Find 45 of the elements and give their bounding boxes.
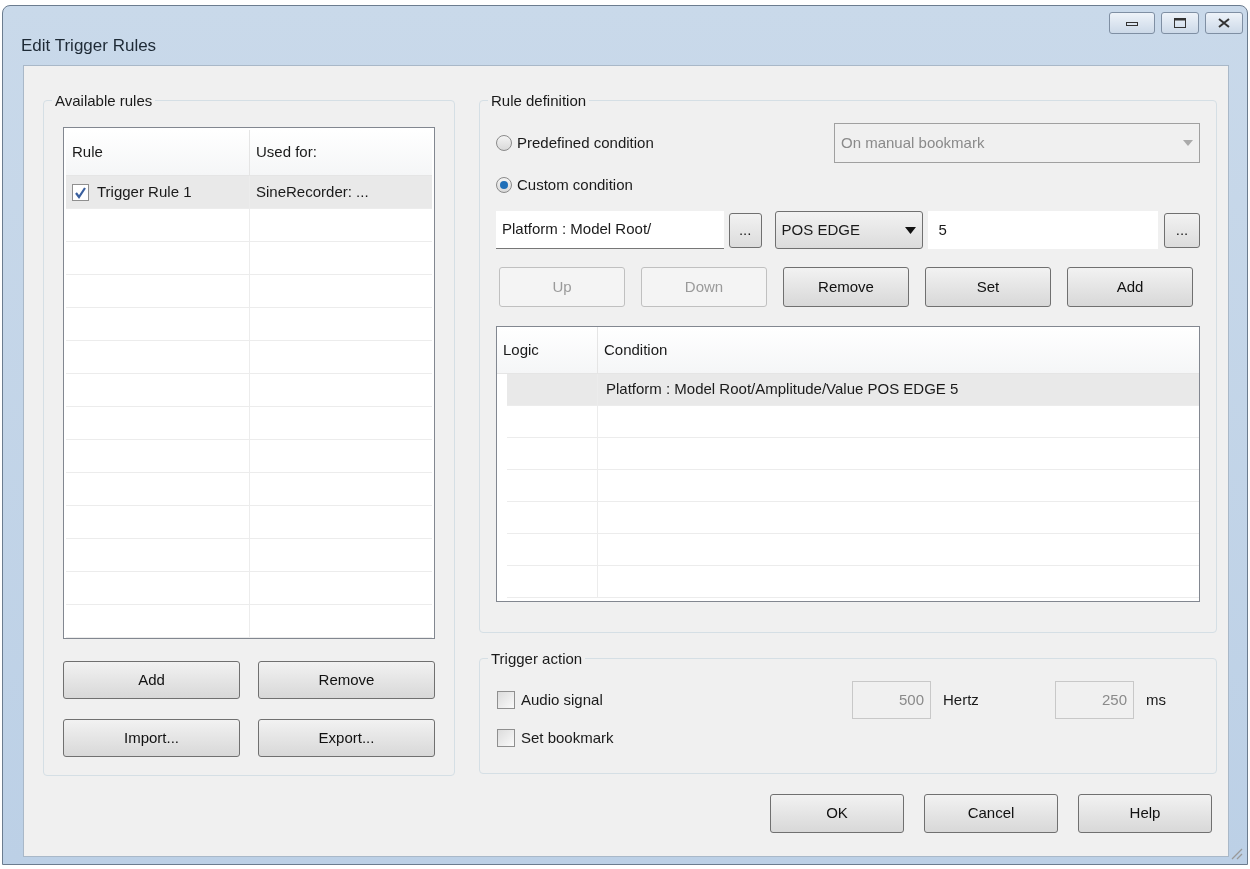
dropdown-arrow-icon (1183, 140, 1193, 146)
button[interactable]: Export... (258, 719, 435, 757)
maximize-icon (1174, 18, 1186, 28)
operator-dropdown[interactable]: POS EDGE (774, 211, 924, 249)
column-header[interactable]: Rule (66, 130, 250, 175)
column-header[interactable]: Used for: (250, 130, 432, 175)
browse-button[interactable]: ... (728, 212, 762, 248)
button[interactable]: Remove (258, 661, 435, 699)
checkbox-label: Audio signal (521, 689, 603, 710)
option-label: Predefined condition (517, 132, 654, 153)
close-button[interactable] (1205, 12, 1243, 34)
checkbox[interactable] (497, 729, 515, 748)
unit-label: Hertz (943, 689, 979, 710)
checkbox[interactable] (497, 691, 515, 709)
button[interactable]: Set (925, 267, 1051, 307)
radio-button[interactable] (496, 177, 512, 193)
table-cell-text: SineRecorder: ... (256, 181, 369, 202)
table-cell-text: Platform : Model Root/Amplitude/Value POS EDGE 5 (606, 379, 959, 400)
rule-row[interactable]: Trigger Rule 1 SineRecorder: ... (66, 176, 432, 209)
column-header[interactable]: Condition (598, 327, 1199, 373)
window-title: Edit Trigger Rules (21, 35, 157, 58)
dropdown-arrow-icon (905, 226, 917, 234)
resize-grip-icon (1229, 846, 1243, 860)
value-field[interactable]: 5 (928, 211, 1159, 249)
minimize-button[interactable] (1109, 12, 1155, 34)
button[interactable]: OK (770, 794, 904, 833)
checkbox[interactable] (72, 183, 89, 201)
browse-button[interactable]: ... (1164, 212, 1200, 248)
button[interactable]: Add (63, 661, 240, 699)
button[interactable]: Remove (783, 267, 909, 307)
maximize-button[interactable] (1161, 12, 1199, 34)
button[interactable]: Help (1078, 794, 1212, 833)
option-label: Custom condition (517, 174, 633, 195)
button[interactable]: Cancel (924, 794, 1058, 833)
radio-button[interactable] (496, 135, 512, 151)
signal-field[interactable]: Platform : Model Root/ (496, 211, 724, 249)
unit-label: ms (1146, 689, 1166, 710)
condition-row[interactable]: Platform : Model Root/Amplitude/Value POS EDGE 5 (507, 374, 1199, 406)
column-header[interactable]: Logic (497, 327, 598, 373)
button[interactable]: Add (1067, 267, 1193, 307)
table-cell-text: Trigger Rule 1 (97, 181, 192, 202)
button[interactable]: Import... (63, 719, 240, 757)
close-icon (1218, 18, 1230, 28)
minimize-icon (1126, 20, 1138, 26)
checkbox-label: Set bookmark (521, 728, 614, 748)
